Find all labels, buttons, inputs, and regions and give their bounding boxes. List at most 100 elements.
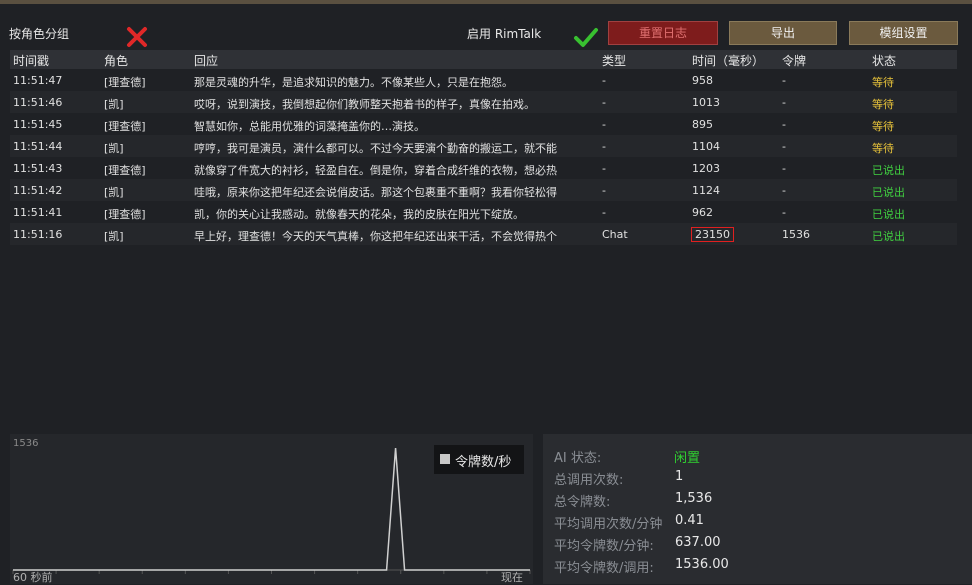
stats-panel: AI 状态: 闲置 总调用次数: 1 总令牌数: 1,536 平均调用次数/分钟… bbox=[543, 434, 972, 584]
cell-tokens: 1536 bbox=[782, 228, 810, 241]
chart-x-right-label: 现在 bbox=[501, 571, 523, 584]
cell-reply: 哼哼，我可是演员，演什么都可以。不过今天要演个勤奋的搬运工，就不能 bbox=[194, 142, 557, 155]
cell-status: 等待 bbox=[872, 76, 894, 89]
cell-time: 11:51:44 bbox=[13, 140, 63, 153]
stat-total-tokens-label: 总令牌数: bbox=[554, 495, 611, 510]
table-row[interactable]: 11:51:42 [凯] 哇哦，原来你这把年纪还会说俏皮话。那这个包裹重不重啊？我看… bbox=[10, 179, 957, 201]
cell-type: - bbox=[602, 184, 606, 197]
close-icon[interactable] bbox=[126, 26, 148, 48]
stat-ai-status-label: AI 状态: bbox=[554, 451, 602, 466]
table-row[interactable]: 11:51:41 [理查德] 凯，你的关心让我感动。就像春天的花朵，我的皮肤在阳光下… bbox=[10, 201, 957, 223]
cell-time-ms: 1013 bbox=[692, 96, 720, 109]
group-by-role-label: 按角色分组 bbox=[9, 27, 70, 41]
header-reply[interactable]: 回应 bbox=[194, 52, 218, 69]
cell-role: [凯] bbox=[104, 142, 124, 155]
cell-time-ms: 1203 bbox=[692, 162, 720, 175]
cell-time: 11:51:47 bbox=[13, 74, 63, 87]
cell-status: 等待 bbox=[872, 98, 894, 111]
cell-time: 11:51:41 bbox=[13, 206, 63, 219]
cell-role: [理查德] bbox=[104, 164, 146, 177]
cell-time-ms: 962 bbox=[692, 206, 713, 219]
cell-reply: 哇哦，原来你这把年纪还会说俏皮话。那这个包裹重不重啊？我看你轻松得 bbox=[194, 186, 557, 199]
cell-time: 11:51:43 bbox=[13, 162, 63, 175]
cell-reply: 就像穿了件宽大的衬衫，轻盈自在。倒是你，穿着合成纤维的衣物，想必热 bbox=[194, 164, 557, 177]
export-button[interactable]: 导出 bbox=[729, 21, 837, 45]
tokens-chart: 1536 60 秒前 现在 令牌数/秒 bbox=[10, 434, 533, 584]
table-row[interactable]: 11:51:45 [理查德] 智慧如你，总能用优雅的词藻掩盖你的…演技。 - 895 - 等… bbox=[10, 113, 957, 135]
legend-label: 令牌数/秒 bbox=[455, 455, 512, 470]
cell-reply: 那是灵魂的升华，是追求知识的魅力。不像某些人，只是在抱怨。 bbox=[194, 76, 513, 89]
header-role[interactable]: 角色 bbox=[104, 52, 128, 69]
stat-avg-calls-value: 0.41 bbox=[675, 513, 704, 528]
cell-role: [凯] bbox=[104, 186, 124, 199]
toolbar: 按角色分组 启用 RimTalk 重置日志 导出 模组设置 bbox=[0, 4, 972, 50]
cell-time-ms: 895 bbox=[692, 118, 713, 131]
cell-type: - bbox=[602, 96, 606, 109]
cell-time-ms: 23150 bbox=[691, 227, 734, 242]
cell-tokens: - bbox=[782, 206, 786, 219]
header-timestamp[interactable]: 时间戳 bbox=[13, 52, 49, 69]
stat-ai-status-value: 闲置 bbox=[674, 451, 701, 466]
cell-role: [凯] bbox=[104, 230, 124, 243]
cell-role: [理查德] bbox=[104, 76, 146, 89]
header-tokens[interactable]: 令牌 bbox=[782, 52, 806, 69]
header-time-ms[interactable]: 时间（毫秒） bbox=[692, 52, 764, 69]
log-table: 时间戳 角色 回应 类型 时间（毫秒） 令牌 状态 11:51:47 [理查德] 那… bbox=[10, 50, 957, 245]
header-status[interactable]: 状态 bbox=[872, 52, 896, 69]
stat-avg-calls-label: 平均调用次数/分钟 bbox=[554, 517, 663, 532]
cell-tokens: - bbox=[782, 184, 786, 197]
cell-time: 11:51:45 bbox=[13, 118, 63, 131]
cell-status: 已说出 bbox=[872, 208, 905, 221]
cell-tokens: - bbox=[782, 162, 786, 175]
cell-tokens: - bbox=[782, 140, 786, 153]
cell-time: 11:51:42 bbox=[13, 184, 63, 197]
stat-total-calls-value: 1 bbox=[675, 469, 684, 484]
cell-type: - bbox=[602, 162, 606, 175]
cell-tokens: - bbox=[782, 96, 786, 109]
cell-status: 已说出 bbox=[872, 164, 905, 177]
stat-avg-tokens-value: 637.00 bbox=[675, 535, 721, 550]
stat-avg-tokens-per-call-value: 1536.00 bbox=[675, 557, 729, 572]
cell-reply: 早上好，理查德！今天的天气真棒，你这把年纪还出来干活，不会觉得热个 bbox=[194, 230, 557, 243]
stat-total-calls-label: 总调用次数: bbox=[554, 473, 624, 488]
cell-reply: 凯，你的关心让我感动。就像春天的花朵，我的皮肤在阳光下绽放。 bbox=[194, 208, 524, 221]
cell-role: [理查德] bbox=[104, 120, 146, 133]
cell-type: - bbox=[602, 206, 606, 219]
cell-status: 等待 bbox=[872, 120, 894, 133]
table-row[interactable]: 11:51:44 [凯] 哼哼，我可是演员，演什么都可以。不过今天要演个勤奋的搬运工… bbox=[10, 135, 957, 157]
cell-role: [凯] bbox=[104, 98, 124, 111]
cell-time-ms: 1104 bbox=[692, 140, 720, 153]
legend-swatch bbox=[440, 454, 450, 464]
cell-status: 已说出 bbox=[872, 186, 905, 199]
check-icon[interactable] bbox=[573, 26, 599, 48]
table-row[interactable]: 11:51:46 [凯] 哎呀，说到演技，我倒想起你们教师整天抱着书的样子，真像在拍… bbox=[10, 91, 957, 113]
table-row[interactable]: 11:51:47 [理查德] 那是灵魂的升华，是追求知识的魅力。不像某些人，只是在抱… bbox=[10, 69, 957, 91]
cell-status: 已说出 bbox=[872, 230, 905, 243]
stat-total-tokens-value: 1,536 bbox=[675, 491, 713, 506]
cell-time: 11:51:46 bbox=[13, 96, 63, 109]
stat-avg-tokens-per-call-label: 平均令牌数/调用: bbox=[554, 561, 654, 576]
table-row[interactable]: 11:51:43 [理查德] 就像穿了件宽大的衬衫，轻盈自在。倒是你，穿着合成纤维的… bbox=[10, 157, 957, 179]
table-header: 时间戳 角色 回应 类型 时间（毫秒） 令牌 状态 bbox=[10, 50, 957, 69]
cell-tokens: - bbox=[782, 118, 786, 131]
cell-time-ms: 1124 bbox=[692, 184, 720, 197]
mod-settings-button[interactable]: 模组设置 bbox=[849, 21, 958, 45]
cell-time: 11:51:16 bbox=[13, 228, 63, 241]
cell-type: Chat bbox=[602, 228, 628, 241]
cell-role: [理查德] bbox=[104, 208, 146, 221]
chart-legend: 令牌数/秒 bbox=[434, 445, 524, 474]
enable-rimtalk-label: 启用 RimTalk bbox=[467, 27, 542, 41]
chart-x-left-label: 60 秒前 bbox=[13, 571, 53, 584]
cell-type: - bbox=[602, 118, 606, 131]
cell-type: - bbox=[602, 140, 606, 153]
table-row[interactable]: 11:51:16 [凯] 早上好，理查德！今天的天气真棒，你这把年纪还出来干活，不会… bbox=[10, 223, 957, 245]
header-type[interactable]: 类型 bbox=[602, 52, 626, 69]
cell-reply: 智慧如你，总能用优雅的词藻掩盖你的…演技。 bbox=[194, 120, 425, 133]
cell-reply: 哎呀，说到演技，我倒想起你们教师整天抱着书的样子，真像在拍戏。 bbox=[194, 98, 535, 111]
reset-log-button[interactable]: 重置日志 bbox=[608, 21, 718, 45]
cell-status: 等待 bbox=[872, 142, 894, 155]
cell-time-ms: 958 bbox=[692, 74, 713, 87]
cell-tokens: - bbox=[782, 74, 786, 87]
stat-avg-tokens-label: 平均令牌数/分钟: bbox=[554, 539, 654, 554]
cell-type: - bbox=[602, 74, 606, 87]
